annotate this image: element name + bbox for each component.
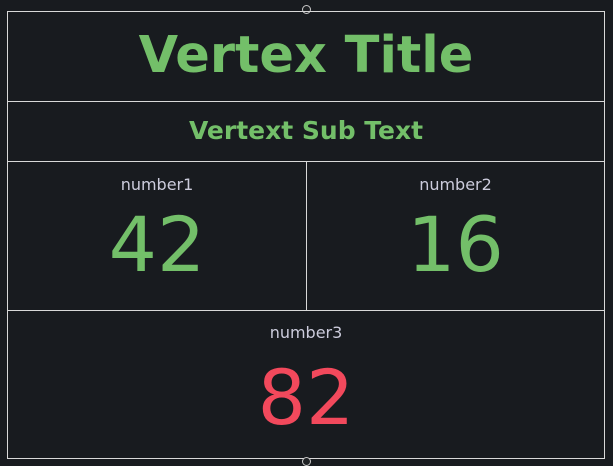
stat-value-number3: 82: [257, 353, 355, 442]
stat-cell-number2: number2 16: [307, 162, 604, 311]
stat-label-number2: number2: [419, 175, 492, 194]
subtitle-row: Vertext Sub Text: [8, 102, 604, 162]
vertex-subtitle: Vertext Sub Text: [188, 116, 424, 145]
title-row: Vertex Title: [8, 12, 604, 102]
stat-label-number1: number1: [120, 175, 194, 194]
vertex-title: Vertex Title: [138, 26, 474, 85]
stat-cell-number1: number1 42: [8, 162, 307, 311]
resize-handle-bottom[interactable]: [302, 457, 311, 466]
vertex-panel: Vertex Title Vertext Sub Text number1 42…: [7, 11, 605, 459]
stat-value-number2: 16: [407, 200, 504, 289]
stat-cell-number3: number3 82: [8, 311, 604, 458]
stat-label-number3: number3: [269, 323, 343, 342]
stat-value-number1: 42: [108, 200, 206, 289]
panel-canvas: Vertex Title Vertext Sub Text number1 42…: [0, 0, 613, 466]
